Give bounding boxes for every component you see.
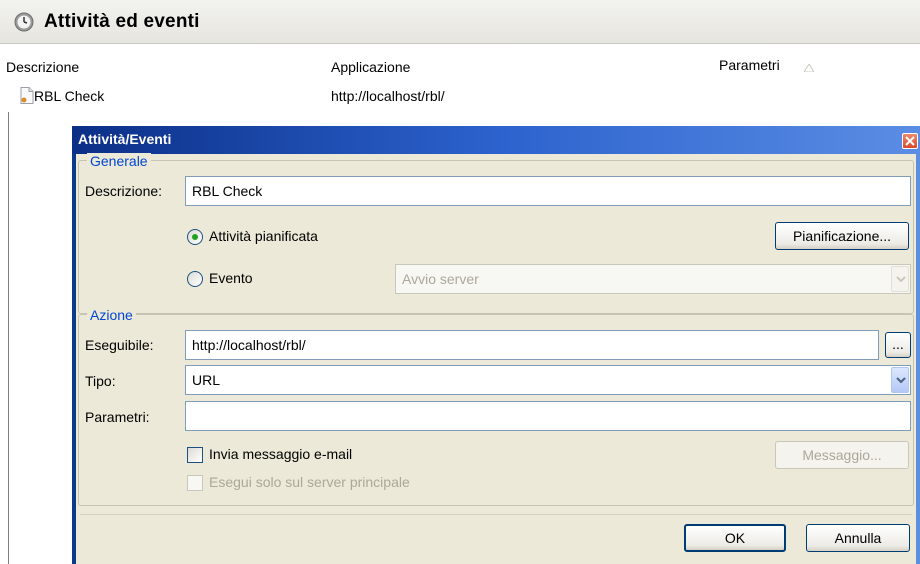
parametri-label: Parametri: xyxy=(85,409,150,425)
panel-title: Attività ed eventi xyxy=(44,11,200,32)
divider xyxy=(8,112,9,564)
esegui-solo-label: Esegui solo sul server principale xyxy=(209,474,410,490)
column-header-parametri[interactable]: Parametri xyxy=(719,57,780,73)
sort-arrow-icon xyxy=(804,64,814,72)
legend-azione: Azione xyxy=(87,307,136,323)
row-descrizione: RBL Check xyxy=(34,88,105,104)
evento-select-value: Avvio server xyxy=(402,271,479,287)
descrizione-field[interactable]: RBL Check xyxy=(185,176,911,206)
descrizione-label: Descrizione: xyxy=(85,183,163,199)
evento-select: Avvio server xyxy=(395,264,911,294)
tipo-select-value: URL xyxy=(192,372,221,388)
file-icon xyxy=(20,87,34,104)
dialog-title: Attività/Eventi xyxy=(78,131,172,147)
eseguibile-label: Eseguibile: xyxy=(85,337,154,353)
tipo-label: Tipo: xyxy=(85,373,116,389)
annulla-button[interactable]: Annulla xyxy=(806,524,910,552)
close-icon xyxy=(905,136,915,146)
browse-button[interactable]: ... xyxy=(885,332,911,358)
legend-generale: Generale xyxy=(87,153,151,169)
dialog-titlebar[interactable]: Attività/Eventi xyxy=(72,126,920,154)
tipo-select[interactable]: URL xyxy=(185,365,911,395)
tipo-dropdown-arrow[interactable] xyxy=(891,367,909,393)
chevron-down-icon xyxy=(896,276,906,283)
radio-attivita-pianificata[interactable] xyxy=(187,229,203,245)
evento-dropdown-arrow xyxy=(891,266,909,292)
invia-email-label[interactable]: Invia messaggio e-mail xyxy=(209,446,352,462)
dialog-client: Generale Descrizione: RBL Check Attività… xyxy=(76,153,916,564)
messaggio-button: Messaggio... xyxy=(775,441,909,469)
radio-evento-label[interactable]: Evento xyxy=(209,270,253,286)
panel-header: Attività ed eventi xyxy=(0,0,920,44)
invia-email-checkbox[interactable] xyxy=(187,447,203,463)
attivita-eventi-dialog: Attività/Eventi Generale Descrizione: RB… xyxy=(72,126,920,564)
table-row[interactable]: RBL Check http://localhost/rbl/ xyxy=(0,84,920,108)
pianificazione-button[interactable]: Pianificazione... xyxy=(775,222,909,250)
group-generale: Generale Descrizione: RBL Check Attività… xyxy=(78,153,914,314)
eseguibile-field[interactable]: http://localhost/rbl/ xyxy=(185,330,879,360)
radio-evento[interactable] xyxy=(187,271,203,287)
radio-attivita-label[interactable]: Attività pianificata xyxy=(209,228,318,244)
esegui-solo-checkbox xyxy=(187,475,203,491)
parametri-field[interactable] xyxy=(185,401,911,431)
row-applicazione: http://localhost/rbl/ xyxy=(331,88,445,104)
ok-button[interactable]: OK xyxy=(684,524,786,552)
chevron-down-icon xyxy=(896,377,906,384)
divider xyxy=(80,514,912,515)
close-button[interactable] xyxy=(902,133,918,149)
clock-icon xyxy=(14,12,34,32)
column-header-descrizione[interactable]: Descrizione xyxy=(6,59,79,75)
column-header-applicazione[interactable]: Applicazione xyxy=(331,59,410,75)
group-azione: Azione Eseguibile: http://localhost/rbl/… xyxy=(78,307,914,506)
